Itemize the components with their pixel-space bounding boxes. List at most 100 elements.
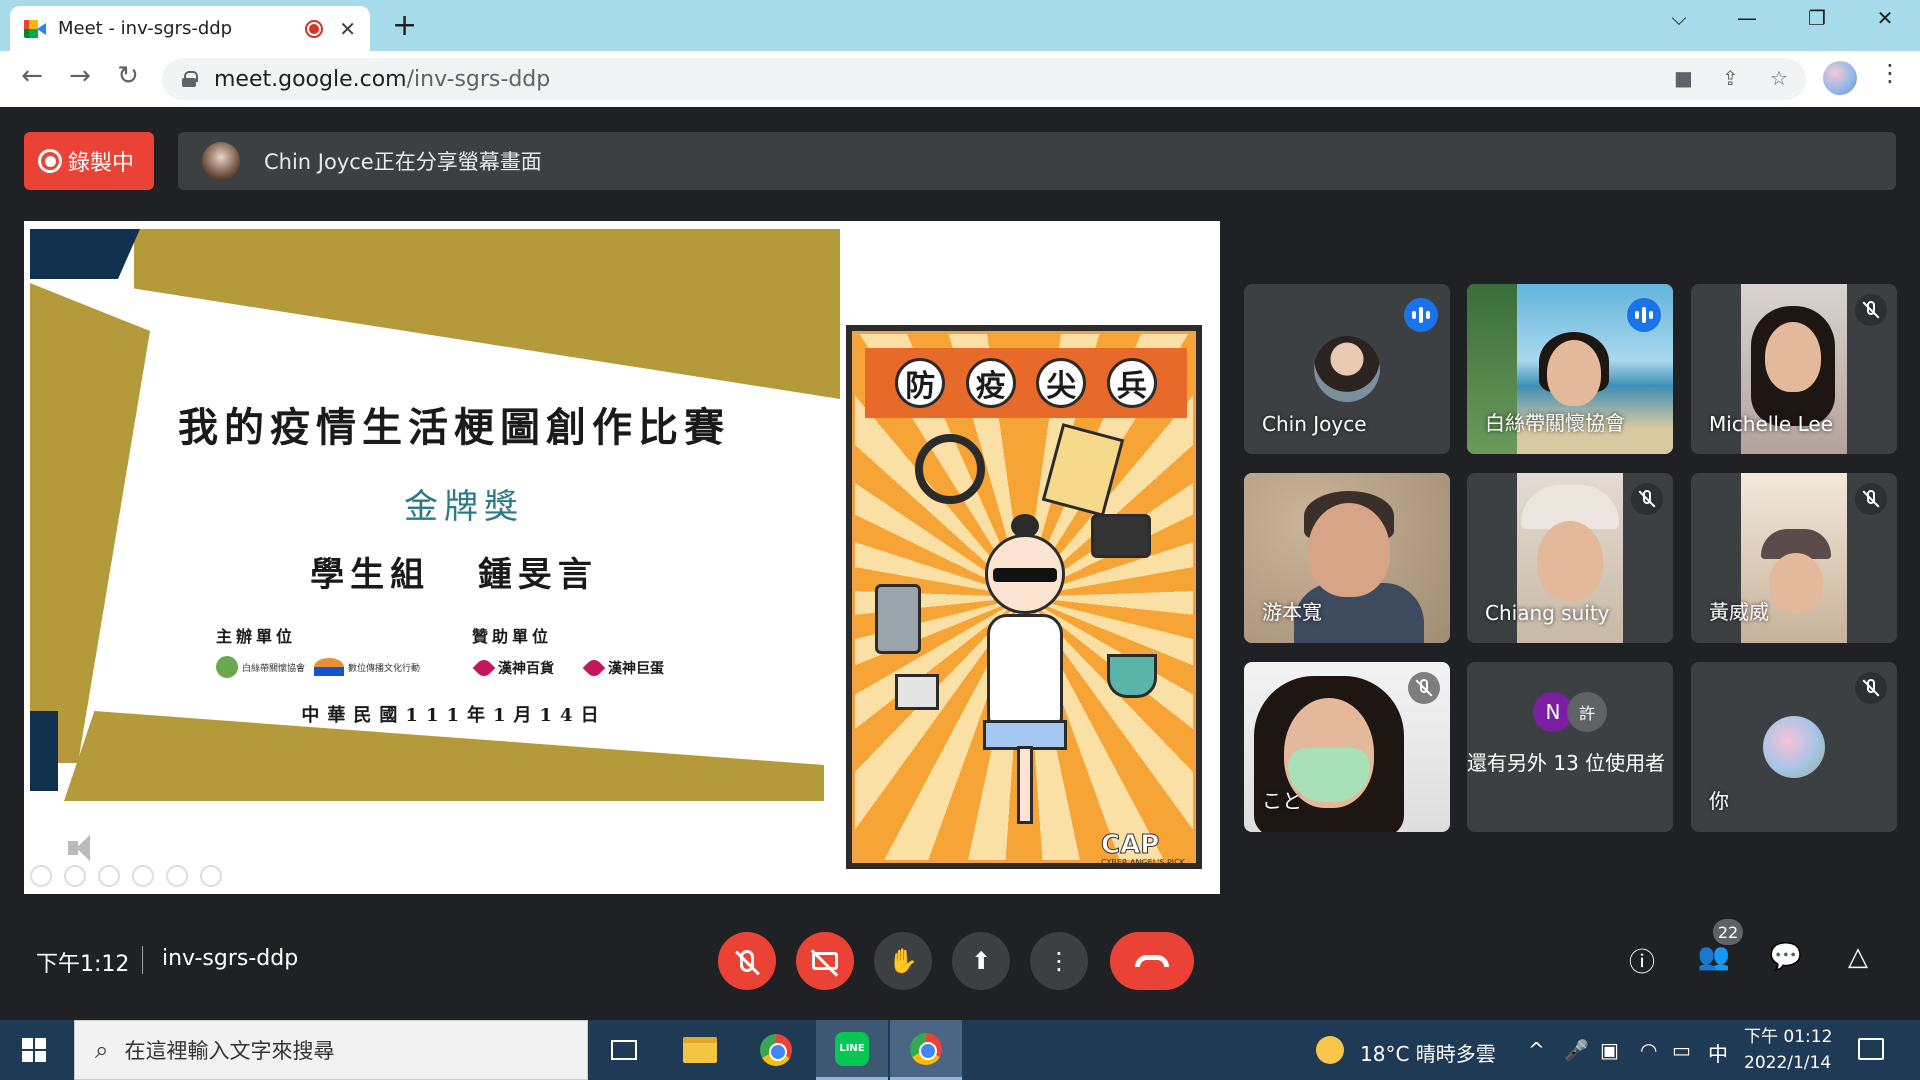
poster-image: 防 疫 尖 兵 CAP CYBER ANGEL'S PICK — [846, 325, 1202, 869]
back-icon[interactable]: ← — [14, 61, 50, 91]
organizer-logo: 白絲帶關懷協會 — [216, 654, 305, 680]
profile-avatar[interactable] — [1823, 61, 1857, 95]
device-icon[interactable]: ▣ — [1600, 1038, 1619, 1062]
browser-tab-meet[interactable]: Meet - inv-sgrs-ddp ✕ — [10, 6, 370, 51]
organizer-logo: 數位傳播文化行動 — [314, 654, 420, 680]
participant-tile[interactable]: 白絲帶關懷協會 — [1467, 284, 1673, 454]
close-window-icon[interactable]: ✕ — [1870, 6, 1900, 30]
task-view-icon — [611, 1040, 637, 1060]
brush-icon — [895, 674, 939, 710]
speaker-icon — [68, 833, 98, 863]
camera-toggle-button[interactable] — [796, 932, 854, 990]
tab-search-icon[interactable]: ⌵ — [1664, 6, 1694, 30]
more-participants-tile[interactable]: N 許 還有另外 13 位使用者 — [1467, 662, 1673, 832]
address-bar[interactable]: meet.google.com/inv-sgrs-ddp ■ ⇪ ☆ — [162, 58, 1806, 100]
meeting-code: inv-sgrs-ddp — [162, 946, 299, 971]
forward-icon[interactable]: → — [62, 61, 98, 91]
slide-award: 金牌獎 — [404, 487, 524, 527]
microphone-icon[interactable]: 🎤 — [1564, 1038, 1589, 1062]
file-explorer-button[interactable] — [664, 1020, 736, 1080]
slide-title: 我的疫情生活梗圖創作比賽 — [178, 404, 730, 451]
slide-decoration — [30, 229, 140, 279]
share-icon[interactable]: ⇪ — [1722, 66, 1739, 90]
self-avatar — [1763, 716, 1825, 778]
participant-tile[interactable]: こと — [1244, 662, 1450, 832]
line-button[interactable]: LINE — [816, 1020, 888, 1080]
tab-title: Meet - inv-sgrs-ddp — [58, 18, 233, 39]
wifi-icon[interactable]: ◠ — [1640, 1038, 1657, 1062]
ime-indicator[interactable]: 中 — [1708, 1038, 1728, 1067]
reload-icon[interactable]: ↻ — [110, 61, 146, 91]
organizer-label: 主辦單位 — [216, 627, 297, 646]
line-icon: LINE — [835, 1031, 869, 1066]
cap-logo: CAP — [1100, 830, 1160, 861]
sponsor-logo: 漢神巨蛋 — [582, 656, 664, 680]
divider — [142, 946, 143, 974]
minimize-icon[interactable]: — — [1732, 6, 1762, 30]
more-participants-label: 還有另外 13 位使用者 — [1467, 751, 1666, 775]
mic-off-icon — [1855, 672, 1887, 704]
slide-date: 中華民國111年1月14日 — [301, 705, 607, 726]
tray-chevron-icon[interactable]: ^ — [1528, 1038, 1545, 1062]
recording-icon — [38, 149, 62, 173]
windows-start-icon[interactable] — [22, 1038, 46, 1062]
star-icon[interactable]: ☆ — [1770, 66, 1788, 90]
presentation-banner: Chin Joyce正在分享螢幕畫面 — [178, 132, 1896, 190]
recording-badge[interactable]: 錄製中 — [24, 132, 154, 190]
participant-tile[interactable]: 游本寬 — [1244, 473, 1450, 643]
more-options-button[interactable]: ⋮ — [1030, 932, 1088, 990]
participant-tile[interactable]: Michelle Lee — [1691, 284, 1897, 454]
people-icon[interactable]: 👥 — [1694, 942, 1734, 972]
leave-call-button[interactable] — [1110, 932, 1194, 990]
game-console-icon — [1091, 514, 1151, 558]
zoom-icon — [166, 865, 188, 887]
weather-icon — [1316, 1036, 1344, 1064]
mic-toggle-button[interactable] — [718, 932, 776, 990]
menu-icon[interactable]: ⋮ — [1878, 59, 1902, 87]
ring-icon — [915, 434, 985, 504]
activities-icon[interactable]: △ — [1838, 942, 1878, 972]
presentation-banner-text: Chin Joyce正在分享螢幕畫面 — [264, 150, 542, 174]
mic-off-icon — [1855, 294, 1887, 326]
slide-controls — [30, 865, 222, 887]
snack-icon — [1041, 423, 1125, 517]
chrome-button[interactable] — [740, 1020, 812, 1080]
sponsor-label: 贊助單位 — [472, 627, 553, 646]
new-tab-button[interactable]: + — [392, 10, 417, 42]
camera-icon[interactable]: ■ — [1674, 66, 1693, 90]
cap-logo-sub: CYBER ANGEL'S PICK — [1101, 858, 1185, 867]
chrome-icon — [910, 1032, 942, 1065]
tab-close-icon[interactable]: ✕ — [339, 17, 356, 41]
more-participants-avatars: N 許 — [1533, 692, 1607, 732]
taskbar-search[interactable]: ⌕ 在這裡輸入文字來搜尋 — [74, 1020, 588, 1080]
participant-tile[interactable]: Chin Joyce — [1244, 284, 1450, 454]
shared-screen: 我的疫情生活梗圖創作比賽 金牌獎 學生組 鍾旻言 主辦單位 贊助單位 白絲帶關懷… — [24, 221, 1220, 894]
present-button[interactable]: ⬆ — [952, 932, 1010, 990]
restore-icon[interactable]: ❐ — [1802, 6, 1832, 30]
self-tile[interactable]: 你 — [1691, 662, 1897, 832]
meeting-info-icon[interactable]: ⓘ — [1622, 942, 1662, 979]
system-clock[interactable]: 下午 01:12 2022/1/14 — [1744, 1024, 1832, 1076]
weather-text[interactable]: 18°C 晴時多雲 — [1360, 1038, 1496, 1067]
slide-decoration — [30, 711, 58, 791]
hand-icon: ✋ — [888, 947, 918, 975]
battery-icon[interactable]: ▭ — [1672, 1038, 1691, 1062]
notification-icon[interactable] — [1858, 1038, 1884, 1060]
participant-tile[interactable]: Chiang suity — [1467, 473, 1673, 643]
search-icon: ⌕ — [95, 1036, 109, 1064]
chat-icon[interactable]: 💬 — [1766, 942, 1806, 972]
avatar — [1314, 336, 1380, 402]
task-view-button[interactable] — [588, 1020, 660, 1080]
more-icon — [200, 865, 222, 887]
mask-icon — [1107, 654, 1157, 698]
present-screen-icon: ⬆ — [970, 947, 992, 975]
camera-off-icon — [812, 952, 838, 970]
slides-icon — [132, 865, 154, 887]
slide-decoration — [134, 229, 840, 399]
prev-icon — [30, 865, 52, 887]
mic-off-icon — [740, 950, 754, 972]
raise-hand-button[interactable]: ✋ — [874, 932, 932, 990]
participant-tile[interactable]: 黃威威 — [1691, 473, 1897, 643]
chrome-active-button[interactable] — [890, 1020, 962, 1080]
recording-dot-icon — [305, 19, 324, 38]
